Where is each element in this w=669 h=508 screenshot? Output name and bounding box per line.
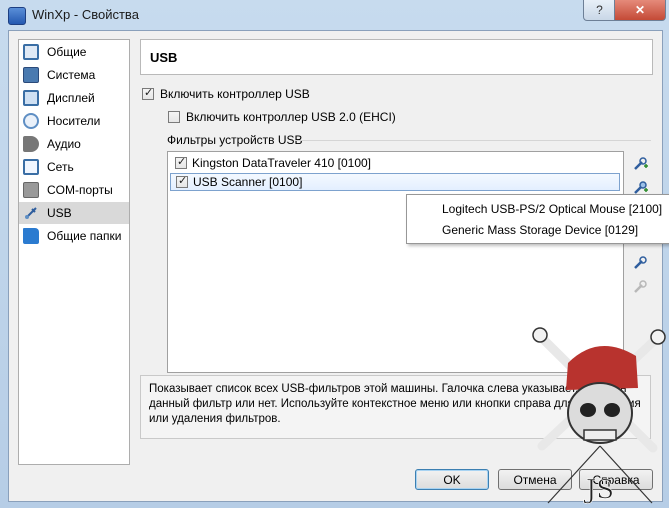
filter-label: USB Scanner [0100] xyxy=(193,175,303,189)
add-empty-filter-icon xyxy=(634,157,648,170)
add-empty-filter-button[interactable] xyxy=(631,155,649,173)
enable-usb-checkbox[interactable] xyxy=(142,86,154,100)
help-title-button[interactable]: ? xyxy=(583,0,616,21)
filter-enabled-checkbox[interactable] xyxy=(176,174,188,188)
sidebar-item-label: Система xyxy=(47,68,96,82)
sidebar-item-label: Сеть xyxy=(47,160,74,174)
sidebar-item-display[interactable]: Дисплей xyxy=(19,87,129,109)
sidebar-item-label: Аудио xyxy=(47,137,81,151)
menu-item-device[interactable]: Generic Mass Storage Device [0129] xyxy=(442,220,638,240)
filter-item-selected[interactable]: USB Scanner [0100] xyxy=(170,173,620,191)
close-button[interactable]: ✕ xyxy=(614,0,666,21)
filter-item[interactable]: Kingston DataTraveler 410 [0100] xyxy=(170,154,620,172)
system-icon xyxy=(23,67,39,83)
watermark-text: JS xyxy=(583,475,614,505)
settings-sidebar: Общие Система Дисплей Носители Аудио Сет… xyxy=(18,39,130,465)
enable-usb-label: Включить контроллер USB xyxy=(160,87,310,101)
page-header: USB xyxy=(140,39,653,75)
shared-folder-icon xyxy=(23,228,39,244)
group-divider xyxy=(295,140,651,141)
audio-icon xyxy=(23,136,39,152)
move-filter-up-button[interactable] xyxy=(631,254,649,272)
page-title: USB xyxy=(150,50,178,65)
sidebar-item-usb[interactable]: USB xyxy=(19,202,129,224)
sidebar-item-com-ports[interactable]: COM-порты xyxy=(19,179,129,201)
general-icon xyxy=(23,44,39,60)
move-up-icon xyxy=(634,256,647,269)
move-filter-down-button[interactable] xyxy=(631,278,649,296)
ok-button[interactable]: OK xyxy=(415,469,489,490)
move-down-icon xyxy=(634,280,647,293)
sidebar-item-system[interactable]: Система xyxy=(19,64,129,86)
network-icon xyxy=(23,159,39,175)
sidebar-item-label: Носители xyxy=(47,114,101,128)
serial-port-icon xyxy=(23,182,39,198)
enable-usb2-controller-option[interactable]: Включить контроллер USB 2.0 (EHCI) xyxy=(168,110,396,124)
usb-filters-label: Фильтры устройств USB xyxy=(167,133,303,147)
enable-usb2-checkbox[interactable] xyxy=(168,111,180,123)
title-bar[interactable]: WinXp - Свойства ? ✕ xyxy=(0,0,669,30)
sidebar-item-storage[interactable]: Носители xyxy=(19,110,129,132)
window-title: WinXp - Свойства xyxy=(32,7,139,22)
sidebar-item-label: Общие папки xyxy=(47,229,122,243)
sidebar-item-label: COM-порты xyxy=(47,183,113,197)
filter-enabled-checkbox[interactable] xyxy=(175,155,187,169)
sidebar-item-general[interactable]: Общие xyxy=(19,41,129,63)
sidebar-item-label: Общие xyxy=(47,45,87,59)
usb-icon xyxy=(23,205,39,221)
sidebar-item-network[interactable]: Сеть xyxy=(19,156,129,178)
enable-usb2-label: Включить контроллер USB 2.0 (EHCI) xyxy=(186,110,396,124)
sidebar-item-label: Дисплей xyxy=(47,91,95,105)
sidebar-item-label: USB xyxy=(47,206,72,220)
storage-icon xyxy=(23,113,39,129)
pirate-skull-watermark: JS xyxy=(532,327,666,505)
add-device-context-menu: Logitech USB-PS/2 Optical Mouse [2100] G… xyxy=(406,194,669,244)
display-icon xyxy=(23,90,39,106)
sidebar-item-audio[interactable]: Аудио xyxy=(19,133,129,155)
virtualbox-app-icon xyxy=(8,7,26,25)
menu-item-device[interactable]: Logitech USB-PS/2 Optical Mouse [2100] xyxy=(442,199,662,219)
sidebar-item-shared-folders[interactable]: Общие папки xyxy=(19,225,129,247)
filter-label: Kingston DataTraveler 410 [0100] xyxy=(192,156,371,170)
enable-usb-controller-option[interactable]: Включить контроллер USB xyxy=(142,86,310,101)
